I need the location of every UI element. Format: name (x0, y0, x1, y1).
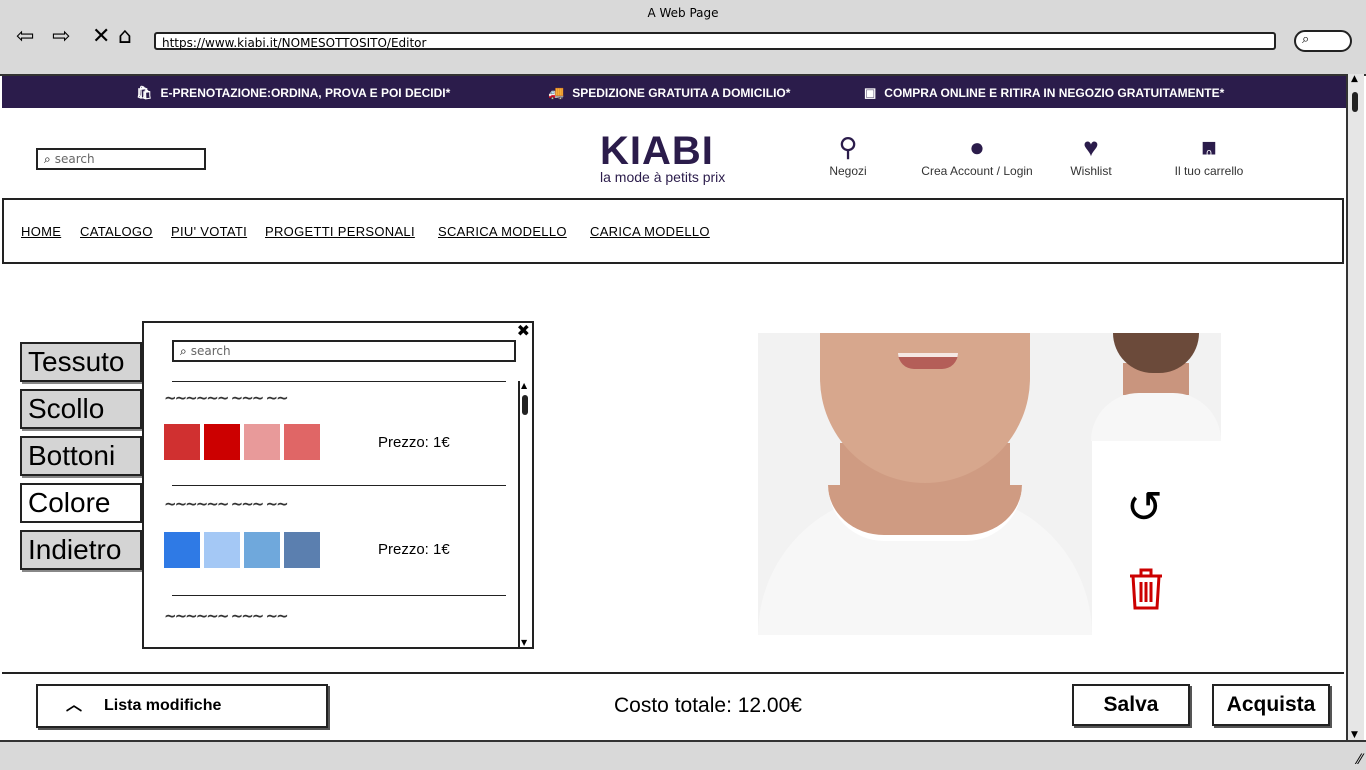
browser-search[interactable]: ⌕ (1294, 30, 1352, 52)
search-input[interactable]: ⌕ search (36, 148, 206, 170)
search-icon: ⌕ (1302, 32, 1310, 47)
undo-icon[interactable]: ↺ (1126, 486, 1163, 530)
price-label: Prezzo: 1€ (378, 434, 450, 451)
shirt (1091, 393, 1221, 441)
scroll-up-icon[interactable]: ▲ (521, 381, 527, 390)
color-panel: ✖ ⌕ search ~~~~~~ ~~~ ~~ Prezzo: 1€ ~~~~~… (142, 321, 534, 649)
search-placeholder: search (190, 344, 231, 358)
color-swatch[interactable] (244, 424, 280, 460)
collar (828, 485, 1022, 541)
window-title: A Web Page (647, 6, 719, 20)
promo-text: COMPRA ONLINE E RITIRA IN NEGOZIO GRATUI… (884, 86, 1225, 100)
color-group-title: ~~~~~~ ~~~ ~~ (164, 389, 289, 407)
promo-text: SPEDIZIONE GRATUITA A DOMICILIO* (572, 86, 791, 100)
page-scrollbar[interactable]: ▲ ▼ (1346, 74, 1364, 740)
forward-icon[interactable]: ⇨ (52, 24, 70, 50)
color-swatch[interactable] (204, 532, 240, 568)
tab-colore[interactable]: Colore (20, 483, 142, 523)
nav-home[interactable]: HOME (21, 224, 61, 239)
account-link[interactable]: ● Crea Account / Login (914, 130, 1040, 178)
wishlist-label: Wishlist (1070, 164, 1112, 178)
cart-link[interactable]: ■ 0 Il tuo carrello (1166, 130, 1252, 178)
changes-list-button[interactable]: ︿ Lista modifiche (36, 684, 328, 728)
close-icon[interactable]: ✕ (92, 24, 110, 50)
logo-text: KIABI (600, 129, 714, 173)
color-swatch[interactable] (204, 424, 240, 460)
cart-badge: 0 (1206, 149, 1212, 160)
back-icon[interactable]: ⇦ (16, 24, 34, 50)
heart-icon: ♥ (1083, 132, 1099, 162)
tab-tessuto[interactable]: Tessuto (20, 342, 142, 382)
kiabi-logo[interactable]: KIABI la mode à petits prix (600, 129, 760, 185)
promo-item[interactable]: 🚚 SPEDIZIONE GRATUITA A DOMICILIO* (548, 85, 790, 101)
account-label: Crea Account / Login (921, 164, 1033, 178)
nav-carica-modello[interactable]: CARICA MODELLO (590, 224, 710, 239)
stores-label: Negozi (829, 164, 867, 178)
wishlist-link[interactable]: ♥ Wishlist (1060, 130, 1122, 178)
nav-catalogo[interactable]: CATALOGO (80, 224, 153, 239)
tab-bottoni[interactable]: Bottoni (20, 436, 142, 476)
color-swatch[interactable] (164, 424, 200, 460)
resize-grip-icon[interactable]: ⁄⁄ (1357, 752, 1362, 768)
nav-scarica-modello[interactable]: SCARICA MODELLO (438, 224, 567, 239)
scroll-down-icon[interactable]: ▼ (521, 638, 527, 647)
box-icon: ▣ (864, 85, 877, 100)
tab-scollo[interactable]: Scollo (20, 389, 142, 429)
tab-indietro[interactable]: Indietro (20, 530, 142, 570)
promo-item[interactable]: ▣ COMPRA ONLINE E RITIRA IN NEGOZIO GRATU… (864, 85, 1224, 101)
promo-text: E-PRENOTAZIONE:ORDINA, PROVA E POI DECID… (160, 86, 451, 100)
user-icon: ● (969, 132, 985, 162)
color-swatch[interactable] (164, 532, 200, 568)
color-group-title: ~~~~~~ ~~~ ~~ (164, 607, 289, 625)
search-placeholder: search (54, 152, 95, 166)
trash-icon[interactable] (1128, 568, 1164, 610)
nav-progetti-personali[interactable]: PROGETTI PERSONALI (265, 224, 415, 239)
browser-chrome: A Web Page ⇦ ⇨ ✕ ⌂ https://www.kiabi.it/… (0, 0, 1366, 76)
location-pin-icon: ⚲ (838, 132, 858, 162)
total-cost: Costo totale: 12.00€ (614, 694, 802, 717)
nav-piu-votati[interactable]: PIU' VOTATI (171, 224, 247, 239)
model-preview-back-thumbnail[interactable] (1091, 333, 1221, 441)
promo-bar: 🛍 E-PRENOTAZIONE:ORDINA, PROVA E POI DECI… (2, 76, 1346, 108)
status-bar: ⁄⁄ (0, 740, 1366, 770)
site-header: ⌕ search KIABI la mode à petits prix ⚲ Ne… (2, 108, 1346, 198)
changes-list-label: Lista modifiche (104, 697, 222, 714)
scroll-thumb[interactable] (1352, 92, 1358, 112)
cart-icon: ■ 0 (1166, 130, 1252, 164)
stores-link[interactable]: ⚲ Negozi (814, 130, 882, 178)
divider (172, 595, 506, 596)
color-search-input[interactable]: ⌕ search (172, 340, 516, 362)
divider (172, 485, 506, 486)
chevron-up-icon: ︿ (66, 697, 83, 714)
color-swatch[interactable] (244, 532, 280, 568)
model-preview-front[interactable] (758, 333, 1092, 635)
save-button[interactable]: Salva (1072, 684, 1190, 726)
home-icon[interactable]: ⌂ (118, 24, 132, 50)
divider (172, 381, 506, 382)
editor-footer: ︿ Lista modifiche Costo totale: 12.00€ Sa… (2, 672, 1344, 740)
bag-icon: 🛍 (136, 85, 153, 100)
main-nav: HOME CATALOGO PIU' VOTATI PROGETTI PERSO… (2, 198, 1344, 264)
mouth (898, 353, 958, 369)
scroll-up-icon[interactable]: ▲ (1351, 74, 1358, 84)
color-group-title: ~~~~~~ ~~~ ~~ (164, 495, 289, 513)
buy-button[interactable]: Acquista (1212, 684, 1330, 726)
scroll-thumb[interactable] (522, 395, 528, 415)
panel-scrollbar[interactable]: ▲ ▼ (518, 381, 532, 647)
color-swatch[interactable] (284, 424, 320, 460)
price-label: Prezzo: 1€ (378, 541, 450, 558)
address-bar[interactable]: https://www.kiabi.it/NOMESOTTOSITO/Edito… (154, 32, 1276, 50)
scroll-down-icon[interactable]: ▼ (1351, 730, 1358, 740)
page-content: 🛍 E-PRENOTAZIONE:ORDINA, PROVA E POI DECI… (2, 76, 1346, 740)
truck-icon: 🚚 (548, 85, 565, 100)
promo-item[interactable]: 🛍 E-PRENOTAZIONE:ORDINA, PROVA E POI DECI… (136, 85, 450, 101)
search-icon: ⌕ (44, 152, 51, 166)
logo-tagline: la mode à petits prix (600, 169, 726, 185)
close-icon[interactable]: ✖ (517, 321, 530, 340)
search-icon: ⌕ (180, 344, 187, 358)
color-swatch[interactable] (284, 532, 320, 568)
